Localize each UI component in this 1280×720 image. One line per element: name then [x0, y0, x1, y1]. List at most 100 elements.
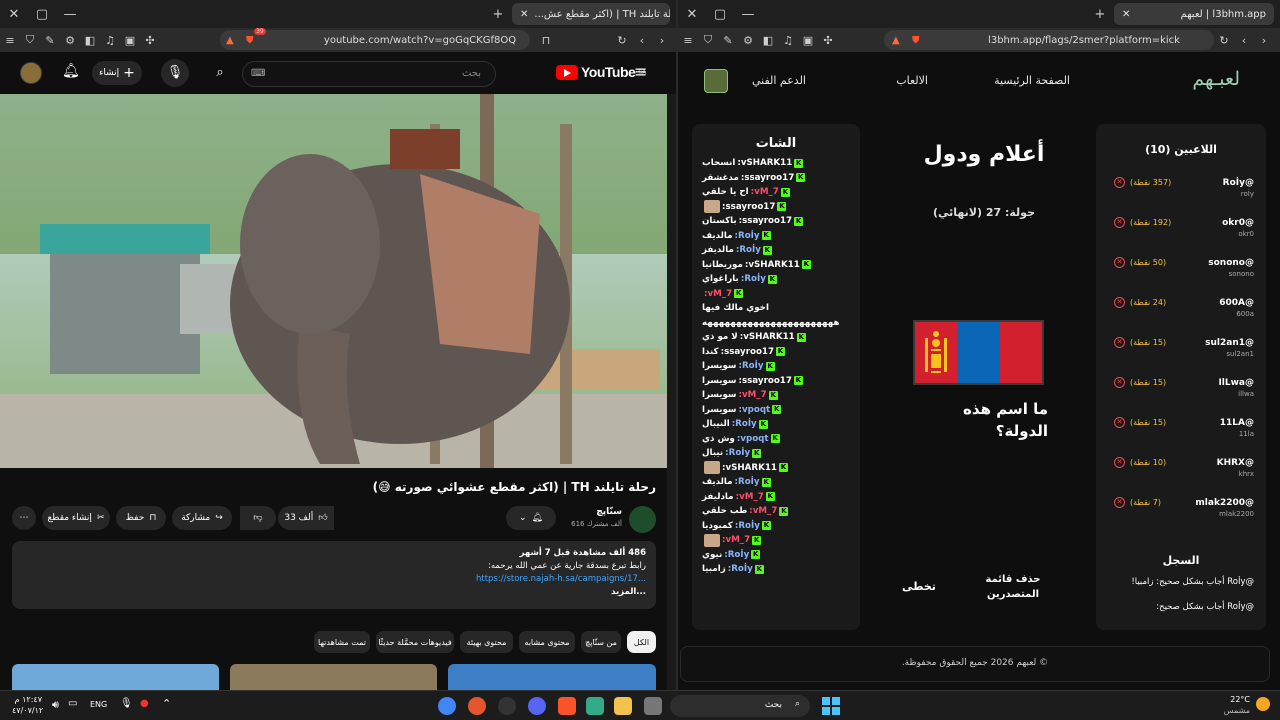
- chat-username[interactable]: vM_7:: [736, 492, 764, 502]
- share-button[interactable]: مشاركة ↪: [172, 506, 232, 530]
- remove-player-icon[interactable]: ✕: [1114, 457, 1125, 468]
- chip-watched[interactable]: تمت مشاهدتها: [314, 631, 370, 653]
- chat-username[interactable]: vM_7:: [704, 289, 732, 299]
- address-bar[interactable]: ▲ ⛊ l3bhm.app/flags/2smer?platform=kick: [884, 30, 1214, 50]
- remove-player-icon[interactable]: ✕: [1114, 297, 1125, 308]
- hamburger-menu-icon[interactable]: ≡: [634, 62, 647, 81]
- save-button[interactable]: حفظ ⊓: [116, 506, 166, 530]
- tray-app-icon[interactable]: ●: [140, 698, 149, 709]
- volume-icon[interactable]: 🔊︎: [52, 698, 59, 712]
- chat-username[interactable]: ssayroo17:: [738, 376, 791, 386]
- subscribe-button[interactable]: ⌄ 🔔︎: [506, 506, 556, 530]
- skip-button[interactable]: تخطى: [902, 580, 936, 593]
- chat-username[interactable]: Roİy:: [735, 477, 760, 487]
- chat-username[interactable]: ssayroo17:: [722, 202, 775, 212]
- chat-username[interactable]: vSHARK11:: [745, 260, 800, 270]
- extension-icon[interactable]: ⚙: [738, 34, 758, 47]
- app-icon[interactable]: [468, 697, 486, 715]
- start-icon[interactable]: [822, 697, 840, 715]
- chat-username[interactable]: vSHARK11:: [740, 332, 795, 342]
- chat-username[interactable]: Roİy:: [736, 245, 761, 255]
- chat-username[interactable]: vM_7:: [738, 390, 766, 400]
- remove-player-icon[interactable]: ✕: [1114, 217, 1125, 228]
- music-icon[interactable]: ♫: [778, 34, 798, 47]
- screenshot-icon[interactable]: ▣: [798, 34, 818, 47]
- close-window-icon[interactable]: ✕: [678, 7, 706, 22]
- shield-icon[interactable]: ⛉: [698, 33, 718, 47]
- store-icon[interactable]: [586, 697, 604, 715]
- description-box[interactable]: 486 ألف مشاهدة قبل 7 أشهر رابط تبرع بسدق…: [12, 541, 656, 609]
- minimize-icon[interactable]: —: [734, 7, 762, 22]
- nav-home[interactable]: الصفحة الرئيسية: [994, 74, 1070, 87]
- chat-username[interactable]: Roİy:: [728, 564, 753, 574]
- site-logo[interactable]: لعبـهم: [1192, 68, 1240, 90]
- maximize-icon[interactable]: ▢: [706, 7, 734, 22]
- chat-username[interactable]: vM_7:: [749, 506, 777, 516]
- forward-icon[interactable]: ›: [652, 34, 672, 47]
- app-icon[interactable]: [498, 697, 516, 715]
- voice-search-button[interactable]: 🎙︎: [161, 59, 189, 87]
- close-window-icon[interactable]: ✕: [0, 7, 28, 22]
- description-more[interactable]: ...المزيد: [22, 586, 646, 599]
- chat-username[interactable]: ssayroo17:: [721, 347, 774, 357]
- user-avatar[interactable]: [704, 69, 728, 93]
- chat-username[interactable]: Roİy:: [741, 274, 766, 284]
- channel-avatar[interactable]: [629, 506, 656, 533]
- puzzle-icon[interactable]: ✣: [818, 34, 838, 47]
- nav-games[interactable]: الالعاب: [896, 74, 928, 87]
- maximize-icon[interactable]: ▢: [28, 7, 56, 22]
- keyboard-icon[interactable]: ⌨: [251, 68, 265, 79]
- chat-username[interactable]: Roİy:: [732, 419, 757, 429]
- weather-widget[interactable]: 22°C مشمس: [1214, 694, 1274, 716]
- chat-username[interactable]: Roİy:: [735, 521, 760, 531]
- chip-format[interactable]: محتوى بهيئة: [460, 631, 513, 653]
- discord-icon[interactable]: [528, 697, 546, 715]
- avatar[interactable]: [20, 62, 42, 84]
- remove-player-icon[interactable]: ✕: [1114, 497, 1125, 508]
- chat-username[interactable]: ssayroo17:: [739, 216, 792, 226]
- new-tab-icon[interactable]: +: [1086, 7, 1114, 22]
- forward-icon[interactable]: ›: [1254, 34, 1274, 47]
- tray-expand-icon[interactable]: ⌃: [162, 697, 171, 710]
- close-tab-icon[interactable]: ✕: [520, 9, 528, 20]
- notifications-icon[interactable]: 🔔︎: [62, 63, 80, 79]
- tab-l3bhm[interactable]: ✕ لعبهم | l3bhm.app: [1114, 3, 1274, 25]
- chat-username[interactable]: Roİy:: [725, 448, 750, 458]
- video-player[interactable]: [0, 94, 667, 468]
- brave-icon[interactable]: [558, 697, 576, 715]
- shield-icon[interactable]: ⛉: [20, 33, 40, 47]
- close-tab-icon[interactable]: ✕: [1122, 9, 1130, 20]
- file-explorer-icon[interactable]: [614, 697, 632, 715]
- lang-indicator[interactable]: ENG: [90, 700, 107, 709]
- extension-icon[interactable]: ⚙: [60, 34, 80, 47]
- chip-all[interactable]: الكل: [627, 631, 656, 653]
- new-tab-icon[interactable]: +: [484, 7, 512, 22]
- menu-icon[interactable]: ≡: [0, 34, 20, 47]
- chip-channel[interactable]: من سنّاپچ: [581, 631, 621, 653]
- clear-leaderboard-button[interactable]: حذف قائمة المتصدرين: [978, 572, 1048, 602]
- taskbar-search[interactable]: بحث ⌕: [670, 695, 810, 717]
- tab-youtube[interactable]: ✕ رحلة تايلند TH | (اكثر مقطع عش... ▶: [512, 3, 670, 25]
- like-button[interactable]: 33 ألف 👍︎: [278, 506, 334, 530]
- chat-username[interactable]: vpoqt:: [738, 405, 770, 415]
- minimize-icon[interactable]: —: [56, 7, 84, 22]
- create-button[interactable]: إنشاء +: [92, 61, 142, 85]
- youtube-logo[interactable]: YouTube SA: [556, 64, 646, 80]
- remove-player-icon[interactable]: ✕: [1114, 377, 1125, 388]
- chat-username[interactable]: Roİy:: [738, 361, 763, 371]
- menu-icon[interactable]: ≡: [678, 34, 698, 47]
- network-icon[interactable]: ▭: [68, 698, 77, 709]
- back-icon[interactable]: ‹: [1234, 34, 1254, 47]
- sidebar-icon[interactable]: ◧: [80, 34, 100, 47]
- recommendation-thumbnail[interactable]: [230, 664, 437, 690]
- remove-player-icon[interactable]: ✕: [1114, 337, 1125, 348]
- bookmark-icon[interactable]: ⊓: [536, 34, 556, 47]
- recommendation-thumbnail[interactable]: [12, 664, 219, 690]
- description-link[interactable]: https://store.najah-h.sa/campaigns/17...: [476, 574, 646, 584]
- reload-icon[interactable]: ↻: [1214, 34, 1234, 47]
- more-actions-button[interactable]: ⋯: [12, 506, 36, 530]
- mic-icon[interactable]: 🎙︎: [120, 698, 133, 709]
- clock[interactable]: ١٢:٤٧ م ٤٧/٠٧/١٢: [12, 694, 43, 716]
- chat-username[interactable]: vSHARK11:: [722, 463, 777, 473]
- address-bar[interactable]: ▲ ⛊ 39 youtube.com/watch?v=goGqCKGf8OQ: [220, 28, 530, 50]
